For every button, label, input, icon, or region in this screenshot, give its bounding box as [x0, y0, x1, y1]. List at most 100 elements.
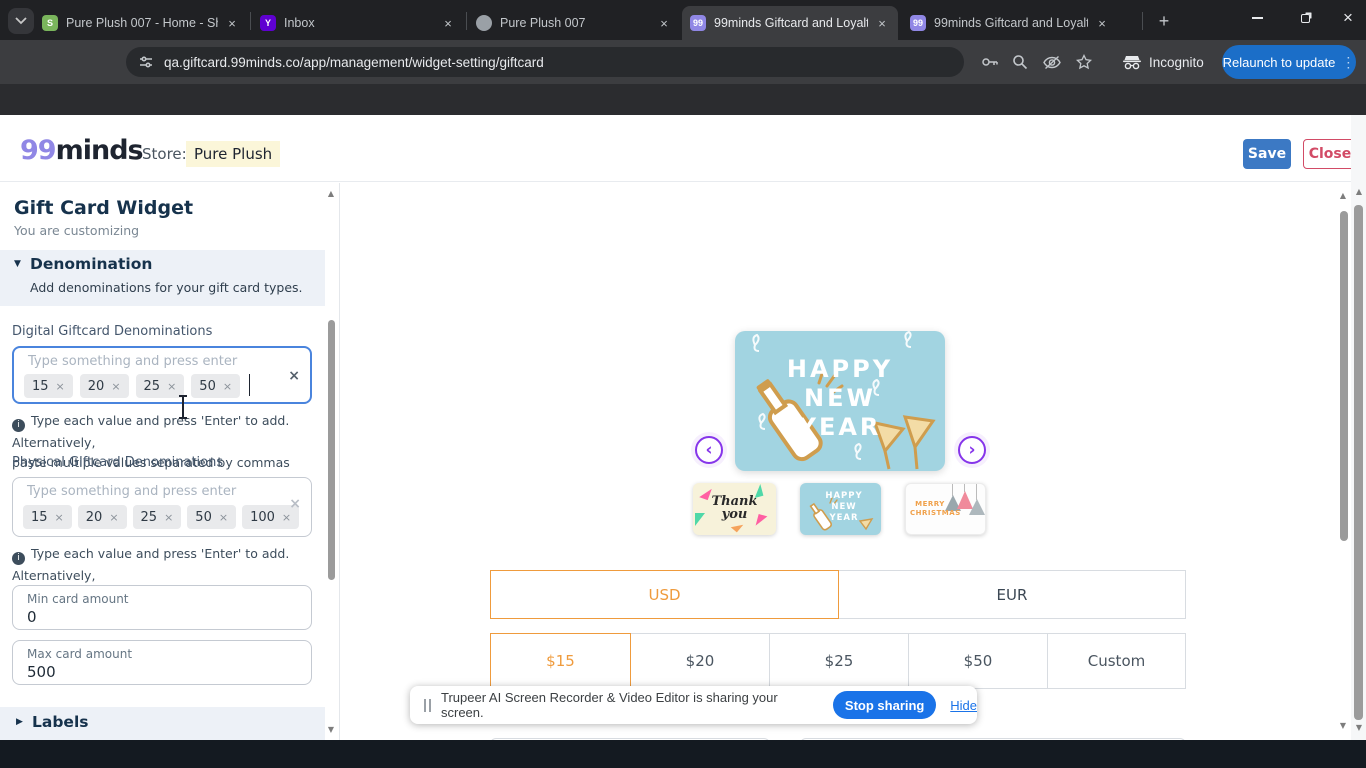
chip-remove-icon[interactable]: × — [219, 511, 228, 524]
sidebar-scroll-up[interactable]: ▲ — [324, 189, 338, 198]
new-tab-button[interactable]: + — [1152, 9, 1176, 33]
tab-pure-plush-home[interactable]: S Pure Plush 007 - Home - Sho × — [34, 6, 248, 40]
tab-search-button[interactable] — [8, 8, 34, 34]
close-button[interactable]: Close — [1303, 139, 1357, 169]
sidebar-subtitle: You are customizing — [14, 223, 140, 238]
save-button[interactable]: Save — [1243, 139, 1291, 169]
thumbnail-happy-new-year[interactable]: HAPPY NEW YEAR — [800, 483, 881, 535]
labels-section-header[interactable]: ▶ Labels — [0, 707, 325, 740]
chip-remove-icon[interactable]: × — [56, 380, 65, 393]
chip-value: 100 — [250, 509, 275, 525]
chevron-right-icon: › — [968, 440, 976, 460]
99minds-icon: 99 — [690, 15, 706, 31]
tab-99minds-active[interactable]: 99 99minds Giftcard and Loyalt × — [682, 6, 898, 40]
page-scroll-down[interactable]: ▼ — [1352, 723, 1366, 732]
passwords-button[interactable] — [978, 50, 1002, 74]
chip-25[interactable]: 25 × — [132, 505, 182, 529]
stop-sharing-button[interactable]: Stop sharing — [833, 691, 937, 719]
chip-remove-icon[interactable]: × — [167, 380, 176, 393]
card-line-2: NEW — [804, 384, 876, 412]
tab-close-icon[interactable]: × — [1094, 15, 1110, 31]
currency-tab-eur[interactable]: EUR — [839, 570, 1186, 619]
page-scrollbar-thumb[interactable] — [1354, 205, 1363, 720]
tab-99minds-second[interactable]: 99 99minds Giftcard and Loyalt × — [902, 6, 1118, 40]
hide-link[interactable]: Hide — [950, 698, 977, 713]
yahoo-icon: Y — [260, 15, 276, 31]
max-card-amount-field[interactable]: Max card amount 500 — [12, 640, 312, 685]
preview-scroll-down[interactable]: ▼ — [1336, 721, 1350, 730]
denom-button-50[interactable]: $50 — [909, 634, 1048, 688]
chip-remove-icon[interactable]: × — [223, 380, 232, 393]
chip-remove-icon[interactable]: × — [282, 511, 291, 524]
store-name: Pure Plush — [186, 141, 281, 167]
denom-button-25[interactable]: $25 — [770, 634, 909, 688]
chip-remove-icon[interactable]: × — [164, 511, 173, 524]
address-bar[interactable]: qa.giftcard.99minds.co/app/management/wi… — [126, 47, 964, 77]
max-card-amount-label: Max card amount — [27, 647, 133, 661]
window-restore-button[interactable] — [1284, 0, 1326, 36]
chip-value: 15 — [31, 509, 48, 525]
denom-button-15[interactable]: $15 — [490, 633, 631, 689]
tab-inbox[interactable]: Y Inbox × — [252, 6, 464, 40]
tab-strip: S Pure Plush 007 - Home - Sho × Y Inbox … — [0, 0, 1366, 40]
chip-remove-icon[interactable]: × — [109, 511, 118, 524]
window-minimize-button[interactable] — [1236, 0, 1278, 36]
chip-50[interactable]: 50 × — [187, 505, 237, 529]
thumbnail-merry-christmas[interactable]: MERRY CHRISTMAS — [905, 483, 986, 535]
page-scroll-up[interactable]: ▲ — [1352, 187, 1366, 196]
min-card-amount-field[interactable]: Min card amount 0 — [12, 585, 312, 630]
clear-input-icon[interactable]: × — [289, 496, 301, 512]
tab-close-icon[interactable]: × — [874, 15, 890, 31]
denomination-section-header[interactable]: ▼ Denomination Add denominations for you… — [0, 250, 325, 306]
bookmark-button[interactable] — [1072, 50, 1096, 74]
thumb-text-line: YEAR — [829, 513, 859, 523]
chip-20[interactable]: 20 × — [77, 505, 127, 529]
sidebar-scroll-down[interactable]: ▼ — [324, 725, 338, 734]
relaunch-to-update-button[interactable]: Relaunch to update ⋮ — [1222, 45, 1356, 79]
more-menu-icon[interactable]: ⋮ — [1341, 54, 1355, 71]
chip-20[interactable]: 20 × — [79, 374, 129, 398]
taskbar: Search IP Nx W X O — [0, 740, 1366, 768]
chip-value: 50 — [195, 509, 212, 525]
tab-close-icon[interactable]: × — [224, 15, 240, 31]
preview-scroll-up[interactable]: ▲ — [1336, 191, 1350, 200]
thumbnail-text: HAPPY NEW YEAR — [814, 491, 874, 524]
physical-denominations-input[interactable]: Type something and press enter 15 × 20 × 2… — [12, 477, 312, 537]
carousel-prev-button[interactable]: ‹ — [695, 436, 723, 464]
chip-value: 25 — [143, 378, 161, 394]
tab-pure-plush[interactable]: Pure Plush 007 × — [468, 6, 680, 40]
denom-button-custom[interactable]: Custom — [1048, 634, 1185, 688]
chip-15[interactable]: 15 × — [23, 505, 72, 529]
preview-scrollbar-thumb[interactable] — [1340, 211, 1348, 541]
incognito-label: Incognito — [1149, 54, 1204, 70]
input-placeholder: Type something and press enter — [27, 484, 237, 499]
widget-preview: ‹ › HAPPY NEW YEAR Thank you HAPPY NEW Y… — [340, 183, 1350, 768]
digital-denominations-input[interactable]: Type something and press enter 15 × 20 × 2… — [12, 346, 312, 404]
tab-close-icon[interactable]: × — [656, 15, 672, 31]
site-settings-icon[interactable] — [138, 54, 154, 70]
chip-remove-icon[interactable]: × — [55, 511, 64, 524]
currency-tab-usd[interactable]: USD — [490, 570, 839, 619]
store-label: Store: — [142, 145, 187, 163]
denom-button-20[interactable]: $20 — [631, 634, 770, 688]
tab-close-icon[interactable]: × — [440, 15, 456, 31]
zoom-search-button[interactable] — [1008, 50, 1032, 74]
sidebar-scrollbar-thumb[interactable] — [328, 320, 335, 580]
info-icon: i — [12, 551, 25, 565]
carousel-next-button[interactable]: › — [958, 436, 986, 464]
window-close-button[interactable]: × — [1330, 0, 1366, 36]
card-line-1: HAPPY — [786, 355, 894, 383]
clear-input-icon[interactable]: × — [288, 368, 300, 384]
page-content: 99minds Store: Pure Plush Save Close Gif… — [0, 115, 1366, 768]
chip-50[interactable]: 50 × — [191, 374, 241, 398]
digital-chips-row: 15 × 20 × 25 × 50 × — [24, 374, 251, 398]
hint-text-line1: Type each value and press 'Enter' to add… — [12, 413, 290, 450]
preview-hidden-button[interactable] — [1040, 50, 1064, 74]
thumbnail-thank-you[interactable]: Thank you — [693, 483, 776, 535]
page-scrollbar-track[interactable]: ▲ ▼ — [1351, 115, 1366, 740]
chip-15[interactable]: 15 × — [24, 374, 73, 398]
star-icon — [1076, 54, 1092, 70]
chip-remove-icon[interactable]: × — [111, 380, 120, 393]
chip-25[interactable]: 25 × — [135, 374, 185, 398]
drag-handle-icon[interactable] — [424, 698, 431, 712]
